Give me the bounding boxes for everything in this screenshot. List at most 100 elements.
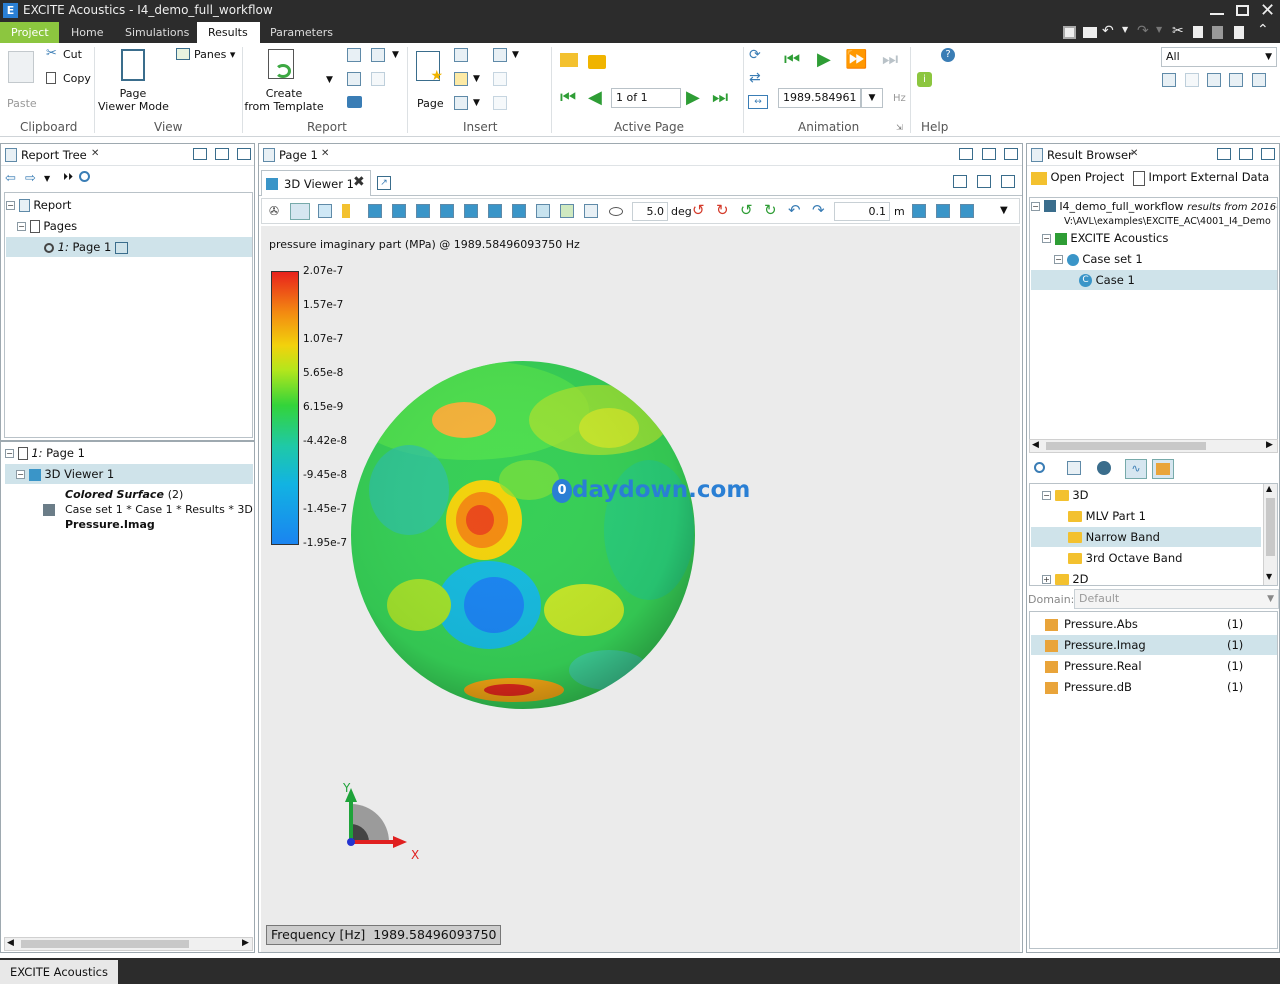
split-vertical-icon[interactable]	[215, 148, 229, 160]
rb-split-vertical-icon[interactable]	[1239, 148, 1253, 160]
move-up-icon[interactable]	[960, 204, 974, 218]
animation-settings-icon[interactable]: ⇲	[896, 123, 903, 132]
tree-item-project[interactable]: − I4_demo_full_workflow results from 201…	[1031, 200, 1277, 227]
view-left-icon[interactable]	[416, 204, 430, 218]
tab-simulations[interactable]: Simulations	[114, 22, 200, 43]
folder-tree-scrollbar[interactable]: ▲ ▼	[1263, 484, 1277, 585]
viewer-tab[interactable]: 3D Viewer 1 ✖	[261, 170, 371, 196]
tab-home[interactable]: Home	[60, 22, 114, 43]
tree-item-report[interactable]: − Report	[6, 195, 252, 215]
report-link-icon[interactable]	[371, 72, 385, 86]
collapse-icon[interactable]: −	[1031, 202, 1040, 211]
status-tab[interactable]: EXCITE Acoustics	[0, 960, 118, 984]
paste-icon[interactable]	[1212, 26, 1223, 39]
filter-select[interactable]: All ▼	[1161, 47, 1277, 67]
cut-icon[interactable]: ✂	[1172, 23, 1184, 39]
close-result-browser-icon[interactable]: ✕	[1130, 148, 1138, 159]
layout-split-icon[interactable]	[1252, 73, 1266, 87]
insert-table-dropdown-icon[interactable]: ▼	[473, 98, 480, 108]
forward-icon[interactable]: ⇨	[25, 171, 36, 186]
result-curve-toggle[interactable]: ∿	[1125, 459, 1147, 479]
scroll-right-icon[interactable]: ▶	[1266, 440, 1273, 450]
rb-split-horizontal-icon[interactable]	[1217, 148, 1231, 160]
create-dropdown-icon[interactable]: ▼	[326, 75, 333, 85]
panes-icon[interactable]	[176, 48, 190, 60]
last-page-icon[interactable]: ⏭	[712, 89, 728, 107]
animation-last-icon[interactable]: ⏭	[882, 51, 898, 69]
restore-icon[interactable]	[1236, 5, 1249, 16]
report-copy-icon[interactable]	[347, 72, 361, 86]
scroll-up-icon[interactable]: ▲	[1266, 484, 1272, 493]
result-filter-icon[interactable]	[1067, 461, 1081, 475]
cut-button[interactable]: Cut	[63, 48, 82, 61]
fit-view-icon[interactable]	[560, 204, 574, 218]
prop-item-3d-viewer[interactable]: − 3D Viewer 1	[5, 464, 253, 484]
page-split-horizontal-icon[interactable]	[959, 148, 973, 160]
expand-all-icon[interactable]: ⏵⏵	[63, 172, 73, 183]
insert-image-icon[interactable]	[454, 72, 468, 86]
lock-icon[interactable]	[588, 55, 606, 69]
layout-columns-icon[interactable]	[1229, 73, 1243, 87]
undo-icon[interactable]: ↶	[1102, 23, 1114, 39]
surface-mode-icon[interactable]	[318, 204, 332, 218]
open-project-button[interactable]: Open Project	[1031, 170, 1124, 190]
zoom-box-icon[interactable]	[584, 204, 598, 218]
rotate-cw-green-icon[interactable]: ↻	[764, 201, 777, 219]
redo-icon[interactable]: ↷	[1137, 23, 1149, 39]
report-dropdown-icon[interactable]: ▼	[392, 50, 399, 60]
viewer-split-icon[interactable]	[977, 175, 991, 188]
minimize-icon[interactable]	[1210, 13, 1224, 15]
result-search-icon[interactable]	[1034, 462, 1045, 473]
folder-2d[interactable]: + 2D	[1042, 569, 1264, 585]
report-settings-icon[interactable]	[371, 48, 385, 62]
collapse-icon[interactable]: −	[17, 222, 26, 231]
frequency-dropdown-button[interactable]: ▼	[861, 88, 883, 108]
tree-item-case-set[interactable]: − Case set 1	[1054, 249, 1277, 269]
tree-item-case-1[interactable]: C Case 1	[1031, 270, 1277, 290]
help-icon[interactable]: ?	[941, 48, 955, 62]
tab-parameters[interactable]: Parameters	[259, 22, 344, 43]
color-map-icon[interactable]	[342, 204, 350, 218]
tree-item-pages[interactable]: − Pages	[17, 216, 252, 236]
result-item[interactable]: Pressure.Imag (1)	[1031, 635, 1277, 655]
axes-mode-icon[interactable]	[290, 203, 310, 220]
rotate-cw-red-icon[interactable]: ↻	[716, 201, 729, 219]
colored-surface-title[interactable]: Colored Surface (2)	[65, 488, 183, 501]
ellipse-icon[interactable]	[609, 207, 623, 216]
result-item[interactable]: Pressure.Real (1)	[1031, 656, 1277, 676]
prop-item-page-1[interactable]: − 1: Page 1	[5, 443, 253, 463]
fast-forward-icon[interactable]: ⏩	[845, 51, 867, 69]
split-horizontal-icon[interactable]	[193, 148, 207, 160]
delete-icon[interactable]	[1234, 26, 1244, 39]
collapse-icon[interactable]: −	[6, 201, 15, 210]
insert-table-icon[interactable]	[454, 96, 468, 110]
search-icon[interactable]	[79, 171, 90, 182]
create-template-button[interactable]: Create from Template	[244, 87, 324, 113]
select-mode-icon[interactable]: ✇	[269, 204, 283, 218]
tree-item-page-1[interactable]: 1: Page 1	[6, 237, 252, 257]
collapse-ribbon-icon[interactable]: ⌃	[1257, 22, 1269, 38]
rotation-angle-input[interactable]: 5.0	[632, 202, 668, 221]
view-bottom-icon[interactable]	[488, 204, 502, 218]
page-split-vertical-icon[interactable]	[982, 148, 996, 160]
rotate-ccw-green-icon[interactable]: ↺	[740, 201, 753, 219]
view-front-icon[interactable]	[368, 204, 382, 218]
insert-chart-icon[interactable]	[454, 48, 468, 62]
close-report-tree-icon[interactable]: ✕	[91, 148, 99, 159]
report-export-icon[interactable]	[347, 48, 361, 62]
animation-first-icon[interactable]: ⏮	[784, 51, 800, 69]
move-left-icon[interactable]	[912, 204, 926, 218]
create-template-icon[interactable]	[268, 49, 294, 79]
insert-page-button[interactable]: Page	[417, 97, 444, 110]
collapse-icon[interactable]: −	[1042, 234, 1051, 243]
folder-mlv-part[interactable]: MLV Part 1	[1068, 506, 1264, 526]
scroll-thumb[interactable]	[1046, 442, 1206, 450]
rotate-ccw-blue-icon[interactable]: ↶	[788, 201, 801, 219]
page-viewer-icon[interactable]	[121, 49, 145, 81]
import-data-button[interactable]: Import External Data	[1133, 170, 1269, 190]
collapse-icon[interactable]: −	[5, 449, 14, 458]
scroll-down-icon[interactable]: ▼	[1266, 572, 1272, 581]
result-3d-toggle[interactable]	[1152, 459, 1174, 479]
panel-splitter[interactable]	[1, 440, 254, 442]
insert-image-dropdown-icon[interactable]: ▼	[473, 74, 480, 84]
